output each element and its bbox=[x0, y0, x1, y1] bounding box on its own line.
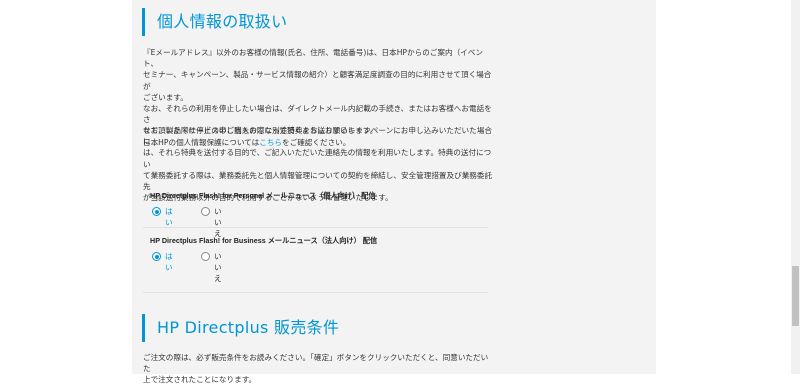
section-divider bbox=[143, 292, 488, 293]
newsletter-business-no-radio[interactable] bbox=[201, 252, 210, 261]
newsletter-divider bbox=[143, 227, 488, 228]
newsletter-business-no-label[interactable]: いいえ bbox=[214, 251, 222, 284]
newsletter-business-title: HP Directplus Flash! for Business メールニュー… bbox=[150, 236, 378, 245]
privacy-line: セミナー、キャンペーン、製品・サービス情報の紹介）と顧客満足度調査の目的に利用さ… bbox=[143, 70, 492, 91]
newsletter-personal-yes-radio[interactable] bbox=[152, 207, 161, 216]
newsletter-personal-yes-label[interactable]: はい bbox=[165, 206, 173, 228]
privacy-line: なお、製品・サービスのご購入の際に別途特典をお送りするキャンペーンにお申し込みい… bbox=[143, 126, 492, 147]
page-scrollbar[interactable] bbox=[791, 0, 800, 374]
terms-line: 上で注文されたことになります。 bbox=[143, 375, 257, 385]
terms-paragraph: ご注文の際は、必ず販売条件をお読みください。「確定」ボタンをクリックいただくと、… bbox=[143, 352, 493, 386]
privacy-line: は、それら特典を送付する目的で、ご記入いただいた連絡先の情報を利用いたします。特… bbox=[143, 148, 492, 169]
privacy-line: なお、それらの利用を停止したい場合は、ダイレクトメール内記載の手続き、またはお客… bbox=[143, 104, 492, 125]
newsletter-business-yes-label[interactable]: はい bbox=[165, 251, 173, 273]
terms-section-title: HP Directplus 販売条件 bbox=[142, 314, 339, 342]
terms-line: ご注文の際は、必ず販売条件をお読みください。「確定」ボタンをクリックいただくと、… bbox=[143, 353, 489, 374]
privacy-line: 『Eメールアドレス』以外のお客様の情報(氏名、住所、電話番号)は、日本HPからの… bbox=[143, 48, 483, 69]
privacy-line: て業務委託する際は、業務委託先と個人情報管理についての契約を締結し、安全管理措置… bbox=[143, 170, 493, 192]
newsletter-personal-title: HP Directplus Flash! for Personal メールニュー… bbox=[150, 191, 376, 200]
privacy-section-title: 個人情報の取扱い bbox=[142, 8, 287, 36]
newsletter-business-yes-radio[interactable] bbox=[152, 252, 161, 261]
newsletter-personal-no-radio[interactable] bbox=[201, 207, 210, 216]
privacy-line: ございます。 bbox=[143, 92, 188, 102]
scrollbar-thumb[interactable] bbox=[792, 266, 799, 326]
newsletter-personal-no-label[interactable]: いいえ bbox=[214, 206, 222, 239]
